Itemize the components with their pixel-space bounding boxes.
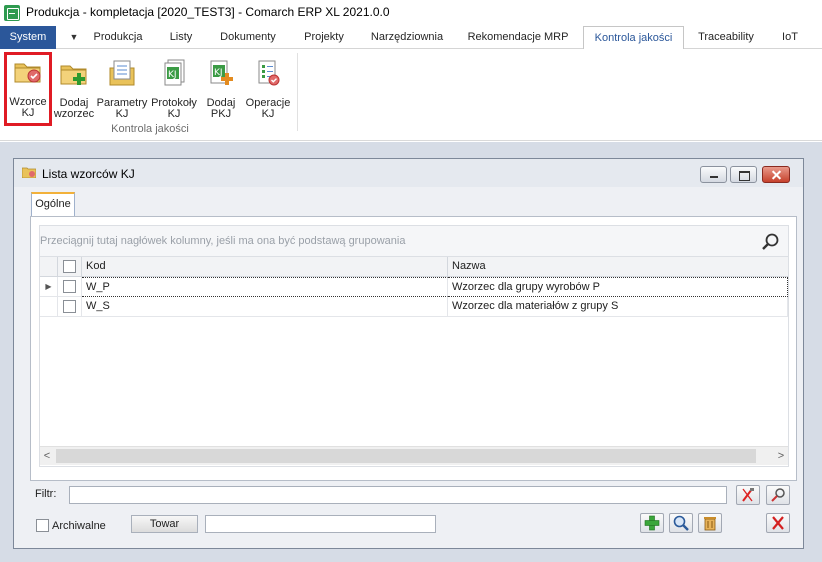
folder-add-icon xyxy=(60,65,87,85)
row-indicator-cell xyxy=(40,297,58,317)
tab-system[interactable]: System xyxy=(0,26,56,49)
cell-nazwa[interactable]: Wzorzec dla materiałów z grupy S xyxy=(448,297,788,317)
archiwalne-label: Archiwalne xyxy=(52,520,106,532)
row-checkbox[interactable] xyxy=(63,300,76,313)
clear-filter-icon xyxy=(742,488,754,502)
parametry-kj-label: Parametry KJ xyxy=(96,97,148,120)
row-select-cell xyxy=(58,297,82,317)
filter-label: Filtr: xyxy=(35,488,57,500)
child-window-title: Lista wzorców KJ xyxy=(42,167,135,181)
svg-text:KJ: KJ xyxy=(168,70,177,80)
table-row[interactable]: ▶ W_P Wzorzec dla grupy wyrobów P xyxy=(40,277,788,297)
towar-button[interactable]: Towar xyxy=(131,515,198,533)
operacje-kj-button[interactable]: Operacje KJ xyxy=(242,55,294,131)
scroll-left-icon[interactable]: < xyxy=(40,448,54,464)
tab-iot[interactable]: IoT xyxy=(770,26,810,49)
archiwalne-checkbox[interactable] xyxy=(36,519,49,532)
dodaj-pkj-label: Dodaj PKJ xyxy=(206,97,236,120)
quick-access-dropdown-icon[interactable]: ▼ xyxy=(66,26,82,49)
protocols-icon: KJ xyxy=(164,59,185,86)
select-all-checkbox[interactable] xyxy=(63,260,76,273)
child-title-bar[interactable]: Lista wzorców KJ xyxy=(14,159,803,187)
scrollbar-thumb[interactable] xyxy=(56,449,756,463)
window-title: Produkcja - kompletacja [2020_TEST3] - C… xyxy=(26,5,390,19)
dodaj-pkj-button[interactable]: KJ Dodaj PKJ xyxy=(200,55,242,131)
tab-listy[interactable]: Listy xyxy=(158,26,204,49)
tab-produkcja[interactable]: Produkcja xyxy=(84,26,152,49)
filter-input[interactable] xyxy=(69,486,782,504)
add-protocol-icon: KJ xyxy=(210,60,233,85)
group-by-hint: Przeciągnij tutaj nagłówek kolumny, jeśl… xyxy=(40,235,406,247)
add-button[interactable] xyxy=(640,513,664,533)
search-icon[interactable] xyxy=(760,232,780,252)
ribbon-panel: Wzorce KJ Dodaj wzorzec Parametry KJ KJ … xyxy=(0,49,822,141)
protokoly-kj-label: Protokoły KJ xyxy=(151,97,197,120)
tab-rekomendacje-mrp[interactable]: Rekomendacje MRP xyxy=(458,26,578,49)
data-grid: Kod Nazwa ▶ W_P Wzorzec dla grupy wyrobó… xyxy=(39,257,789,467)
row-checkbox[interactable] xyxy=(63,280,76,293)
tab-narzedziownia[interactable]: Narzędziownia xyxy=(362,26,452,49)
protokoly-kj-button[interactable]: KJ Protokoły KJ xyxy=(148,55,200,131)
clear-filter-button[interactable] xyxy=(736,485,760,505)
filter-settings-button[interactable] xyxy=(766,485,790,505)
group-by-panel[interactable]: Przeciągnij tutaj nagłówek kolumny, jeśl… xyxy=(39,225,789,257)
operacje-kj-label: Operacje KJ xyxy=(245,97,291,120)
tab-kontrola-jakosci[interactable]: Kontrola jakości xyxy=(583,26,684,50)
dodaj-wzorzec-button[interactable]: Dodaj wzorzec xyxy=(52,55,96,131)
table-row[interactable]: W_S Wzorzec dla materiałów z grupy S xyxy=(40,297,788,317)
scroll-right-icon[interactable]: > xyxy=(774,448,788,464)
cell-kod[interactable]: W_S xyxy=(82,297,448,317)
close-icon xyxy=(772,516,784,530)
trash-icon xyxy=(704,517,716,531)
wzorce-kj-button[interactable]: Wzorce KJ xyxy=(4,52,52,126)
select-all-header xyxy=(58,257,82,277)
ribbon-group-separator xyxy=(297,53,298,131)
tab-projekty[interactable]: Projekty xyxy=(292,26,356,49)
cell-kod[interactable]: W_P xyxy=(82,277,448,297)
close-window-button[interactable] xyxy=(766,513,790,533)
plus-icon xyxy=(644,515,660,531)
child-window-lista-wzorcow: Lista wzorców KJ Ogólne Przeciągnij tuta… xyxy=(13,158,804,549)
minimize-button[interactable] xyxy=(700,166,727,183)
magnifier-icon xyxy=(673,515,689,531)
svg-text:KJ: KJ xyxy=(214,68,223,78)
filter-settings-icon xyxy=(771,488,785,502)
horizontal-scrollbar[interactable]: < > xyxy=(40,446,788,465)
towar-input[interactable] xyxy=(205,515,436,533)
row-select-cell xyxy=(58,277,82,297)
dodaj-wzorzec-label: Dodaj wzorzec xyxy=(53,97,95,120)
folder-check-icon xyxy=(22,167,36,178)
delete-button[interactable] xyxy=(698,513,722,533)
parametry-kj-button[interactable]: Parametry KJ xyxy=(96,55,148,131)
parameters-list-icon xyxy=(109,60,135,86)
maximize-button[interactable] xyxy=(730,166,757,183)
current-row-indicator-icon: ▶ xyxy=(40,277,58,297)
tab-dokumenty[interactable]: Dokumenty xyxy=(210,26,286,49)
tab-ogolne[interactable]: Ogólne xyxy=(31,192,75,217)
column-header-kod[interactable]: Kod xyxy=(82,257,448,277)
ribbon-tabs: System ▼ Produkcja Listy Dokumenty Proje… xyxy=(0,26,822,50)
wzorce-kj-label: Wzorce KJ xyxy=(9,96,47,119)
tab-traceability[interactable]: Traceability xyxy=(688,26,764,49)
grid-panel: Przeciągnij tutaj nagłówek kolumny, jeśl… xyxy=(30,216,797,481)
ribbon-group-label: Kontrola jakości xyxy=(111,123,189,135)
cell-nazwa[interactable]: Wzorzec dla grupy wyrobów P xyxy=(448,277,788,297)
column-header-nazwa[interactable]: Nazwa xyxy=(448,257,788,277)
operations-list-icon xyxy=(258,60,280,86)
title-bar: Produkcja - kompletacja [2020_TEST3] - C… xyxy=(0,0,822,25)
folder-check-icon xyxy=(14,63,41,83)
preview-button[interactable] xyxy=(669,513,693,533)
row-indicator-header xyxy=(40,257,58,277)
close-button[interactable] xyxy=(762,166,790,183)
app-icon xyxy=(4,5,20,21)
